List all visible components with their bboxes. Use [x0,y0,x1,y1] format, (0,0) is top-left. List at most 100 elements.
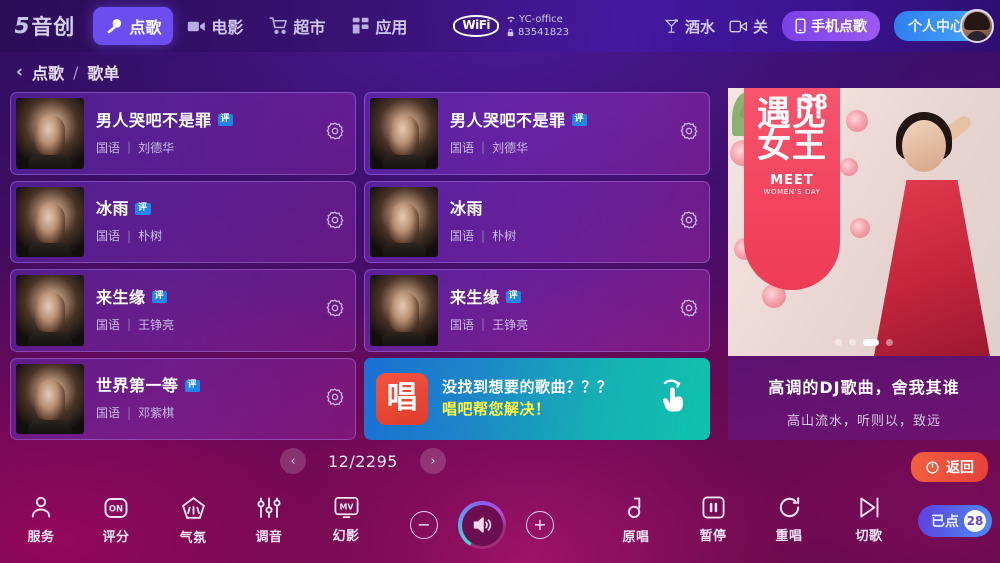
wifi-password: 83541823 [518,27,569,38]
speaker-icon [473,517,492,533]
song-row[interactable]: 来生缘 评 国语 | 王铮亮 [10,269,356,352]
song-info: 来生缘 评 国语 | 王铮亮 [96,288,347,333]
gear-icon[interactable] [679,210,699,234]
nav-label-chaoshi: 超市 [293,18,326,37]
phone-order-button[interactable]: 手机点歌 [782,11,880,41]
carousel-dot[interactable] [835,339,842,346]
song-title: 冰雨 [96,199,130,219]
song-thumbnail [370,186,438,257]
volume-up-button[interactable]: + [526,511,554,539]
meta-divider: | [127,140,132,155]
promo-line-2: 唱吧帮您解决！ [442,399,551,418]
breadcrumb-root[interactable]: 点歌 [32,60,64,84]
tool-original-vocal[interactable]: 原唱 [605,495,667,545]
tool-pause[interactable]: 暂停 [682,495,744,544]
tool-score[interactable]: ON 评分 [85,495,147,545]
svg-text:ON: ON [109,504,123,514]
queue-count: 28 [964,510,986,532]
song-title: 冰雨 [450,199,484,219]
avatar[interactable] [960,9,994,43]
wifi-info[interactable]: WiFi YC-office 83541823 [453,13,569,40]
volume-down-button[interactable]: − [410,511,438,539]
nav-item-chaoshi[interactable]: 超市 [257,7,337,45]
promo-ad-panel[interactable]: 38 遇见 女王 MEET WOMEN'S DAY 高调的DJ歌曲，舍我其谁 高… [728,88,1000,440]
tool-resing[interactable]: 重唱 [758,495,820,544]
song-badge: 评 [135,202,151,215]
song-info: 冰雨 评 国语 | 朴树 [96,199,347,244]
logo-text: 音创 [31,15,76,39]
song-row[interactable]: 冰雨 评 国语 | 朴树 [10,180,356,263]
tool-label-atmosphere: 气氛 [179,531,207,546]
song-row[interactable]: 冰雨 国语 | 朴树 [364,180,710,263]
app-logo: 5 音创 [12,11,76,41]
nav-item-diange[interactable]: 点歌 [93,7,174,45]
tool-service[interactable]: 服务 [10,495,72,545]
song-meta: 国语 | 朴树 [96,227,347,244]
gear-icon[interactable] [325,210,345,234]
phone-order-label: 手机点歌 [811,19,867,35]
drinks-button[interactable]: 酒水 [663,16,715,37]
song-badge: 评 [184,379,201,392]
tool-label-pause: 暂停 [699,529,727,544]
wifi-details: YC-office 83541823 [506,13,569,40]
nav-label-diange: 点歌 [129,18,162,37]
song-row[interactable]: 来生缘 评 国语 | 王铮亮 [364,269,710,352]
song-language: 国语 [450,317,475,332]
back-button[interactable]: ‹ [16,62,23,82]
skip-next-icon [859,497,878,518]
lock-icon [507,29,514,37]
tool-mv[interactable]: MV 幻影 [315,495,377,544]
pause-icon [701,496,725,519]
gear-icon[interactable] [679,121,699,145]
meta-divider: | [481,317,486,332]
gear-icon[interactable] [325,298,345,322]
carousel-dot-active[interactable] [863,339,879,346]
tool-label-tuning: 调音 [255,530,283,545]
prev-page-button[interactable]: ‹ [280,448,306,474]
ad-en-line-2: WOMEN'S DAY [763,187,821,196]
meta-divider: | [127,228,132,243]
tool-label-resing: 重唱 [775,529,803,544]
gear-icon[interactable] [325,121,345,145]
ad-poster-image: 38 遇见 女王 MEET WOMEN'S DAY [728,88,1000,356]
song-row[interactable]: 男人哭吧不是罪 评 国语 | 刘德华 [364,92,710,175]
tool-skip-song[interactable]: 切歌 [838,495,900,544]
song-meta: 国语 | 邓紫棋 [96,404,347,421]
carousel-dot[interactable] [849,339,856,346]
breadcrumb-separator: / [73,62,79,82]
song-artist: 朴树 [138,229,163,244]
gear-icon[interactable] [325,387,345,411]
song-title-row: 男人哭吧不是罪 评 [450,111,701,130]
promo-banner[interactable]: 唱 没找到想要的歌曲？？？ 唱吧帮您解决！ [364,357,710,440]
song-title-row: 冰雨 评 [96,199,347,218]
close-screen-button[interactable]: 关 [729,16,768,37]
mv-screen-icon: MV [333,496,359,519]
volume-dial[interactable] [458,501,506,549]
return-button[interactable]: 返回 [911,452,988,482]
song-row[interactable]: 世界第一等 评 国语 | 邓紫棋 [10,357,356,440]
next-page-button[interactable]: › [419,448,446,474]
tool-atmosphere[interactable]: 气氛 [162,495,224,546]
tool-label-service: 服务 [27,530,55,545]
gear-icon[interactable] [679,298,699,322]
nav-item-dianying[interactable]: 电影 [175,7,255,45]
carousel-dot[interactable] [886,339,893,346]
user-center-area[interactable]: 个人中心 [894,9,994,43]
song-artist: 邓紫棋 [138,406,175,421]
ad-caption-title: 高调的DJ歌曲，舍我其谁 [768,378,960,397]
song-thumbnail [370,98,438,169]
song-meta: 国语 | 刘德华 [96,139,347,156]
tool-tuning[interactable]: 调音 [238,495,300,545]
drinks-label: 酒水 [684,17,715,36]
song-language: 国语 [450,140,475,155]
queue-count-badge[interactable]: 已点 28 [918,505,992,537]
ad-ribbon: 38 遇见 女王 MEET WOMEN'S DAY [744,88,840,290]
meta-divider: | [481,228,486,243]
song-badge: 评 [505,291,522,304]
song-row[interactable]: 男人哭吧不是罪 评 国语 | 刘德华 [10,92,356,175]
header-right-actions: 酒水 关 手机点歌 个人中心 [663,9,994,43]
tool-label-score: 评分 [102,530,130,545]
song-thumbnail [370,275,438,346]
song-title-row: 冰雨 [450,199,701,218]
nav-item-yingyong[interactable]: 应用 [339,7,419,45]
